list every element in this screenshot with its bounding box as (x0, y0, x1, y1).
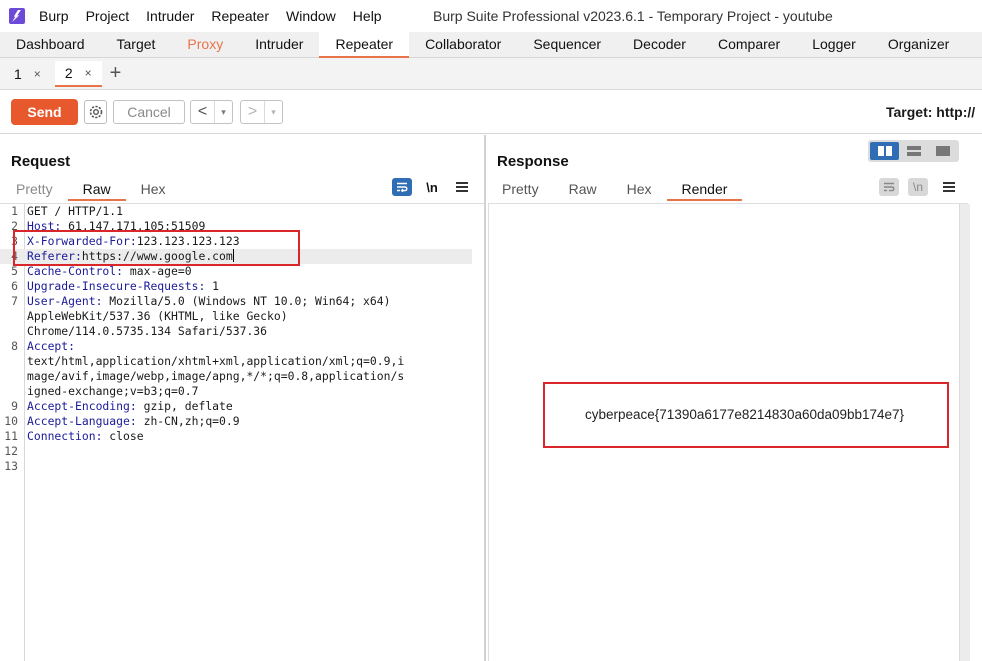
tab-request-pretty[interactable]: Pretty (1, 179, 68, 201)
request-panel: Request Pretty Raw Hex \n 1 GET / HTTP/1.… (0, 135, 484, 661)
menu-help[interactable]: Help (353, 8, 382, 24)
tab-target[interactable]: Target (101, 32, 172, 58)
code-line: 7 User-Agent: Mozilla/5.0 (Windows NT 10.… (11, 294, 391, 308)
layout-toggle (868, 140, 959, 162)
response-view-tabs: Pretty Raw Hex Render (487, 179, 743, 201)
repeater-tab-2[interactable]: 2 × (54, 60, 102, 87)
show-newlines-icon[interactable]: \n (908, 178, 928, 196)
menu-burp[interactable]: Burp (39, 8, 69, 24)
tab-repeater[interactable]: Repeater (319, 32, 410, 58)
settings-button[interactable] (84, 100, 107, 124)
history-back-group: < ▾ (190, 100, 233, 124)
code-line: Chrome/114.0.5735.134 Safari/537.36 (27, 324, 268, 338)
tab-intruder[interactable]: Intruder (239, 32, 319, 58)
code-line: 5 Cache-Control: max-age=0 (11, 264, 192, 278)
code-line: 11 Connection: close (4, 429, 144, 443)
code-line: 9 Accept-Encoding: gzip, deflate (11, 399, 233, 413)
tab-decoder[interactable]: Decoder (617, 32, 702, 58)
tool-tab-bar: Dashboard Target Proxy Intruder Repeater… (0, 32, 982, 58)
tab-sequencer[interactable]: Sequencer (517, 32, 617, 58)
tab-response-hex[interactable]: Hex (612, 179, 667, 201)
tab-request-hex[interactable]: Hex (126, 179, 181, 201)
tab-response-raw[interactable]: Raw (554, 179, 612, 201)
history-forward-group: > ▾ (240, 100, 283, 124)
tab-organizer[interactable]: Organizer (872, 32, 965, 58)
code-line: 12 (4, 444, 18, 458)
tab-logger[interactable]: Logger (796, 32, 872, 58)
code-line: 1 GET / HTTP/1.1 (11, 204, 124, 218)
layout-tabs-button[interactable] (928, 142, 957, 160)
rows-icon (906, 146, 921, 156)
code-line: mage/avif,image/webp,image/apng,*/*;q=0.… (27, 369, 405, 383)
repeater-tab-bar: 1 × 2 × + (0, 58, 982, 90)
request-view-tabs: Pretty Raw Hex (1, 179, 181, 201)
repeater-toolbar: Send Cancel < ▾ > ▾ Target: http:// (0, 90, 982, 134)
repeater-tab-label: 2 (64, 64, 73, 81)
word-wrap-icon[interactable] (392, 178, 412, 196)
highlight-box-flag (543, 382, 949, 448)
menu-window[interactable]: Window (286, 8, 336, 24)
vertical-scrollbar[interactable] (959, 204, 970, 661)
code-line: AppleWebKit/537.36 (KHTML, like Gecko) (27, 309, 288, 323)
menu-intruder[interactable]: Intruder (146, 8, 194, 24)
request-menu-icon[interactable] (456, 182, 468, 192)
repeater-tab-1[interactable]: 1 × (4, 61, 51, 87)
menu-bar: Burp Project Intruder Repeater Window He… (0, 0, 982, 32)
forward-arrow-icon[interactable]: > (241, 101, 265, 123)
back-dropdown-icon[interactable]: ▾ (215, 101, 232, 123)
close-icon[interactable]: × (34, 67, 41, 81)
add-tab-icon[interactable]: + (110, 62, 122, 85)
highlight-box-headers (13, 230, 300, 266)
back-arrow-icon[interactable]: < (191, 101, 215, 123)
tab-response-pretty[interactable]: Pretty (487, 179, 554, 201)
render-view: cyberpeace{71390a6177e8214830a60da09bb17… (488, 203, 970, 661)
tab-dashboard[interactable]: Dashboard (0, 32, 101, 58)
word-wrap-icon[interactable] (879, 178, 899, 196)
response-panel: Response Pretty Raw Hex Render \n cyberp… (486, 135, 982, 661)
gear-icon (89, 105, 102, 119)
request-title: Request (11, 153, 71, 170)
tab-extensions[interactable]: Ex (965, 32, 982, 58)
burp-logo-icon (9, 8, 25, 24)
request-editor[interactable]: 1 GET / HTTP/1.1 2 Host: 61.147.171.105:51… (0, 203, 484, 661)
layout-stacked-button[interactable] (899, 142, 928, 160)
code-line: 8 Accept: (11, 339, 82, 353)
code-line: 6 Upgrade-Insecure-Requests: 1 (11, 279, 220, 293)
window-title: Burp Suite Professional v2023.6.1 - Temp… (433, 8, 833, 24)
menu-repeater[interactable]: Repeater (211, 8, 269, 24)
single-pane-icon (935, 146, 950, 156)
tab-request-raw[interactable]: Raw (67, 179, 126, 201)
tab-comparer[interactable]: Comparer (702, 32, 796, 58)
code-line: igned-exchange;v=b3;q=0.7 (27, 384, 199, 398)
columns-icon (877, 146, 892, 156)
tab-collaborator[interactable]: Collaborator (409, 32, 517, 58)
response-menu-icon[interactable] (943, 182, 955, 192)
menu-project[interactable]: Project (86, 8, 130, 24)
cancel-button[interactable]: Cancel (113, 100, 185, 124)
target-label[interactable]: Target: http:// (886, 104, 975, 120)
tab-proxy[interactable]: Proxy (171, 32, 239, 58)
tab-response-render[interactable]: Render (666, 179, 743, 201)
send-button[interactable]: Send (11, 99, 78, 125)
forward-dropdown-icon[interactable]: ▾ (265, 101, 282, 123)
close-icon[interactable]: × (85, 66, 92, 80)
code-line: 10 Accept-Language: zh-CN,zh;q=0.9 (4, 414, 240, 428)
layout-side-by-side-button[interactable] (870, 142, 899, 160)
show-newlines-icon[interactable]: \n (422, 178, 442, 196)
response-title: Response (497, 153, 569, 170)
code-line: text/html,application/xhtml+xml,applicat… (27, 354, 405, 368)
repeater-tab-label: 1 (14, 65, 22, 82)
code-line: 13 (4, 459, 18, 473)
